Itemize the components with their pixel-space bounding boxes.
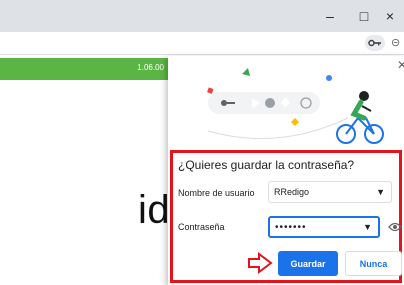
red-arrow-icon: [248, 252, 273, 274]
username-value: RRedigo: [274, 187, 310, 197]
password-input[interactable]: ••••••• ▼: [268, 216, 380, 238]
address-bar: ⊝: [0, 32, 404, 55]
key-icon: [368, 39, 381, 47]
never-button[interactable]: Nunca: [345, 251, 402, 276]
username-label: Nombre de usuario: [178, 188, 255, 198]
password-label: Contraseña: [178, 222, 225, 232]
page-header-bar: 1.06.00: [0, 58, 170, 80]
eye-icon[interactable]: [388, 221, 402, 233]
minimize-button[interactable]: –: [312, 0, 348, 32]
version-text: 1.06.00: [137, 63, 164, 72]
password-key-button[interactable]: [365, 35, 385, 51]
save-button[interactable]: Guardar: [278, 251, 338, 276]
more-icon[interactable]: ⊝: [391, 36, 403, 50]
chevron-down-icon: ▼: [363, 222, 372, 232]
window-titlebar: – □ ×: [0, 0, 404, 32]
chevron-down-icon: ▼: [376, 187, 385, 197]
password-illustration: [207, 68, 384, 144]
close-button[interactable]: ×: [372, 0, 404, 32]
dialog-title: ¿Quieres guardar la contraseña?: [178, 158, 355, 172]
password-value: •••••••: [275, 222, 307, 233]
username-select[interactable]: RRedigo ▼: [268, 181, 392, 203]
